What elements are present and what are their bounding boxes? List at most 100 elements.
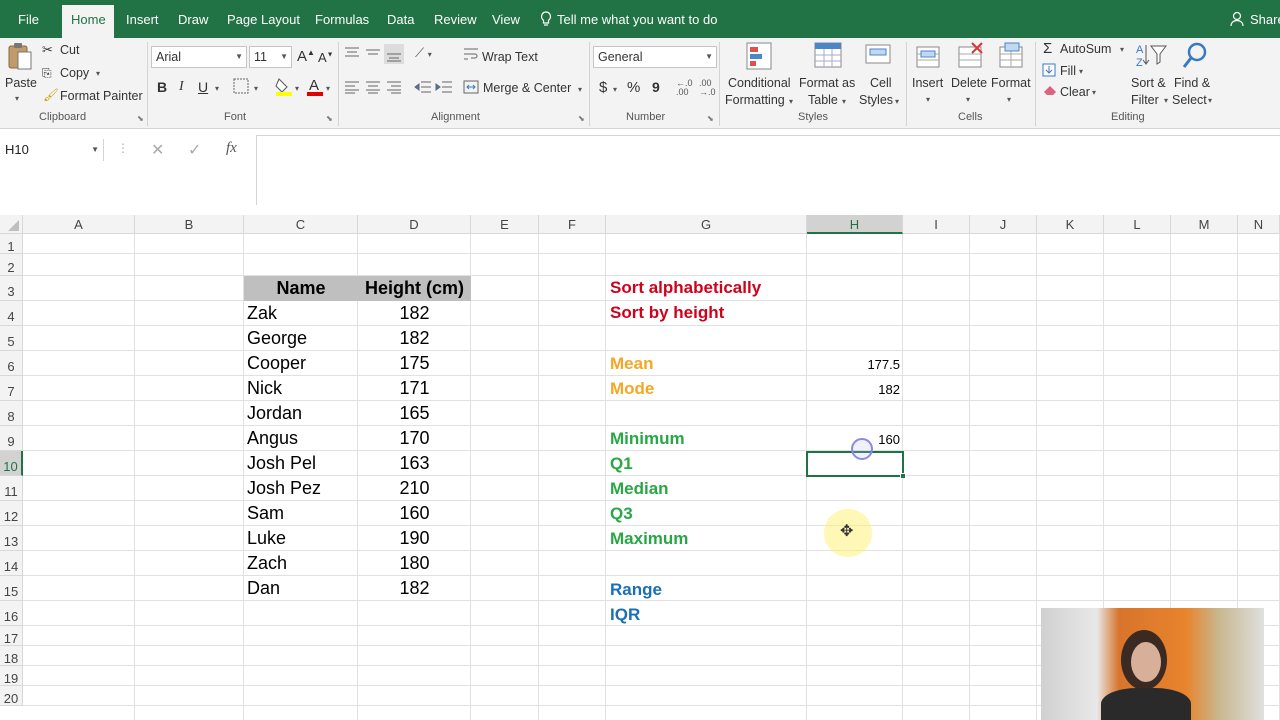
autosum-icon[interactable]: Σ bbox=[1043, 40, 1052, 57]
delete-cells-button[interactable]: Delete bbox=[951, 76, 987, 90]
formula-input[interactable] bbox=[256, 135, 1280, 205]
dialog-launcher-icon[interactable]: ⬊ bbox=[137, 114, 144, 123]
increase-indent-icon[interactable] bbox=[435, 80, 453, 97]
dialog-launcher-icon[interactable]: ⬊ bbox=[326, 114, 333, 123]
table-cell-name[interactable]: Zach bbox=[247, 553, 287, 574]
format-as-table-label-2[interactable]: Table bbox=[808, 93, 838, 107]
cell-styles-dropdown-icon[interactable]: ▾ bbox=[895, 97, 899, 106]
align-center-icon[interactable] bbox=[365, 80, 381, 97]
cell-styles-label[interactable]: Cell bbox=[870, 76, 892, 90]
table-cell-height[interactable]: 160 bbox=[358, 503, 471, 524]
column-header-a[interactable]: A bbox=[23, 215, 135, 234]
result-mode[interactable]: 182 bbox=[807, 382, 900, 397]
wrap-text-button[interactable]: Wrap Text bbox=[482, 50, 538, 64]
copy-dropdown-icon[interactable]: ▾ bbox=[96, 69, 100, 78]
align-middle-icon[interactable] bbox=[365, 46, 381, 63]
header-name[interactable]: Name bbox=[244, 278, 358, 299]
table-cell-height[interactable]: 182 bbox=[358, 578, 471, 599]
font-size-combo[interactable]: 11 ▼ bbox=[249, 46, 292, 68]
paintbrush-icon[interactable]: 🖌 bbox=[43, 88, 59, 103]
task-sort-by-height[interactable]: Sort by height bbox=[610, 303, 724, 323]
label-iqr[interactable]: IQR bbox=[610, 605, 640, 625]
insert-function-button[interactable]: fx bbox=[226, 140, 237, 157]
eraser-icon[interactable] bbox=[1043, 84, 1057, 99]
sort-filter-label[interactable]: Sort & bbox=[1131, 76, 1166, 90]
merge-center-button[interactable]: Merge & Center bbox=[483, 81, 571, 95]
column-header-n[interactable]: N bbox=[1238, 215, 1280, 234]
row-header-1[interactable]: 1 bbox=[0, 234, 23, 254]
table-cell-height[interactable]: 163 bbox=[358, 453, 471, 474]
share-button[interactable]: Share bbox=[1250, 11, 1280, 31]
paste-button-label[interactable]: Paste bbox=[5, 76, 37, 90]
borders-icon[interactable] bbox=[233, 78, 249, 97]
column-header-e[interactable]: E bbox=[471, 215, 539, 234]
fill-color-icon[interactable] bbox=[275, 76, 293, 99]
borders-dropdown-icon[interactable]: ▾ bbox=[254, 84, 258, 93]
table-cell-height[interactable]: 180 bbox=[358, 553, 471, 574]
insert-dropdown-icon[interactable]: ▾ bbox=[926, 95, 930, 104]
dialog-launcher-icon[interactable]: ⬊ bbox=[578, 114, 585, 123]
header-height[interactable]: Height (cm) bbox=[358, 278, 471, 299]
table-cell-height[interactable]: 171 bbox=[358, 378, 471, 399]
table-cell-height[interactable]: 210 bbox=[358, 478, 471, 499]
wrap-text-icon[interactable] bbox=[463, 47, 479, 64]
row-header-18[interactable]: 18 bbox=[0, 646, 23, 666]
label-maximum[interactable]: Maximum bbox=[610, 529, 688, 549]
column-header-l[interactable]: L bbox=[1104, 215, 1171, 234]
fill-handle[interactable] bbox=[900, 473, 906, 479]
enter-check-icon[interactable]: ✓ bbox=[188, 140, 201, 160]
find-dropdown-icon[interactable]: ▾ bbox=[1208, 96, 1212, 105]
label-median[interactable]: Median bbox=[610, 479, 669, 499]
cut-button[interactable]: Cut bbox=[60, 43, 79, 57]
result-mean[interactable]: 177.5 bbox=[807, 357, 900, 372]
table-cell-name[interactable]: Angus bbox=[247, 428, 298, 449]
find-select-icon[interactable] bbox=[1181, 41, 1209, 74]
task-sort-alphabetically[interactable]: Sort alphabetically bbox=[610, 278, 761, 298]
row-header-8[interactable]: 8 bbox=[0, 401, 23, 426]
label-mode[interactable]: Mode bbox=[610, 379, 654, 399]
row-header-13[interactable]: 13 bbox=[0, 526, 23, 551]
row-header-14[interactable]: 14 bbox=[0, 551, 23, 576]
fill-button[interactable]: Fill bbox=[1060, 64, 1076, 78]
align-top-icon[interactable] bbox=[344, 46, 360, 63]
delete-cells-icon[interactable] bbox=[956, 41, 984, 74]
align-right-icon[interactable] bbox=[386, 80, 402, 97]
table-cell-height[interactable]: 175 bbox=[358, 353, 471, 374]
column-header-i[interactable]: I bbox=[903, 215, 970, 234]
table-cell-height[interactable]: 182 bbox=[358, 328, 471, 349]
table-cell-height[interactable]: 165 bbox=[358, 403, 471, 424]
increase-decimal-icon[interactable]: ←.0.00 bbox=[676, 79, 693, 97]
align-left-icon[interactable] bbox=[344, 80, 360, 97]
conditional-formatting-icon[interactable] bbox=[745, 41, 775, 74]
merge-center-icon[interactable] bbox=[463, 80, 479, 97]
cell-styles-label-2[interactable]: Styles bbox=[859, 93, 893, 107]
insert-cells-button[interactable]: Insert bbox=[912, 76, 943, 90]
font-color-dropdown-icon[interactable]: ▾ bbox=[326, 84, 330, 93]
sort-filter-icon[interactable]: AZ bbox=[1136, 41, 1168, 72]
column-header-k[interactable]: K bbox=[1037, 215, 1104, 234]
select-all-corner[interactable] bbox=[0, 215, 23, 234]
format-table-dropdown-icon[interactable]: ▾ bbox=[842, 97, 846, 106]
copy-button[interactable]: Copy bbox=[60, 66, 89, 80]
row-header-5[interactable]: 5 bbox=[0, 326, 23, 351]
decrease-decimal-icon[interactable]: .00 →.0 bbox=[699, 79, 716, 97]
format-as-table-icon[interactable] bbox=[813, 41, 843, 74]
number-format-combo[interactable]: General ▼ bbox=[593, 46, 717, 68]
tab-home[interactable]: Home bbox=[71, 11, 106, 31]
autosum-button[interactable]: AutoSum bbox=[1060, 42, 1111, 56]
row-header-17[interactable]: 17 bbox=[0, 626, 23, 646]
tab-view[interactable]: View bbox=[492, 11, 520, 31]
tab-draw[interactable]: Draw bbox=[178, 11, 208, 31]
table-cell-name[interactable]: Jordan bbox=[247, 403, 302, 424]
fill-down-icon[interactable] bbox=[1042, 63, 1056, 80]
clear-button[interactable]: Clear bbox=[1060, 85, 1090, 99]
row-header-12[interactable]: 12 bbox=[0, 501, 23, 526]
table-cell-name[interactable]: Dan bbox=[247, 578, 280, 599]
percent-button[interactable]: % bbox=[627, 79, 640, 96]
scissors-icon[interactable]: ✂ bbox=[42, 42, 53, 58]
format-as-table-label[interactable]: Format as bbox=[799, 76, 855, 90]
font-color-icon[interactable]: A bbox=[306, 76, 324, 99]
find-select-label[interactable]: Find & bbox=[1174, 76, 1210, 90]
sort-dropdown-icon[interactable]: ▾ bbox=[1164, 96, 1168, 105]
label-q3[interactable]: Q3 bbox=[610, 504, 633, 524]
